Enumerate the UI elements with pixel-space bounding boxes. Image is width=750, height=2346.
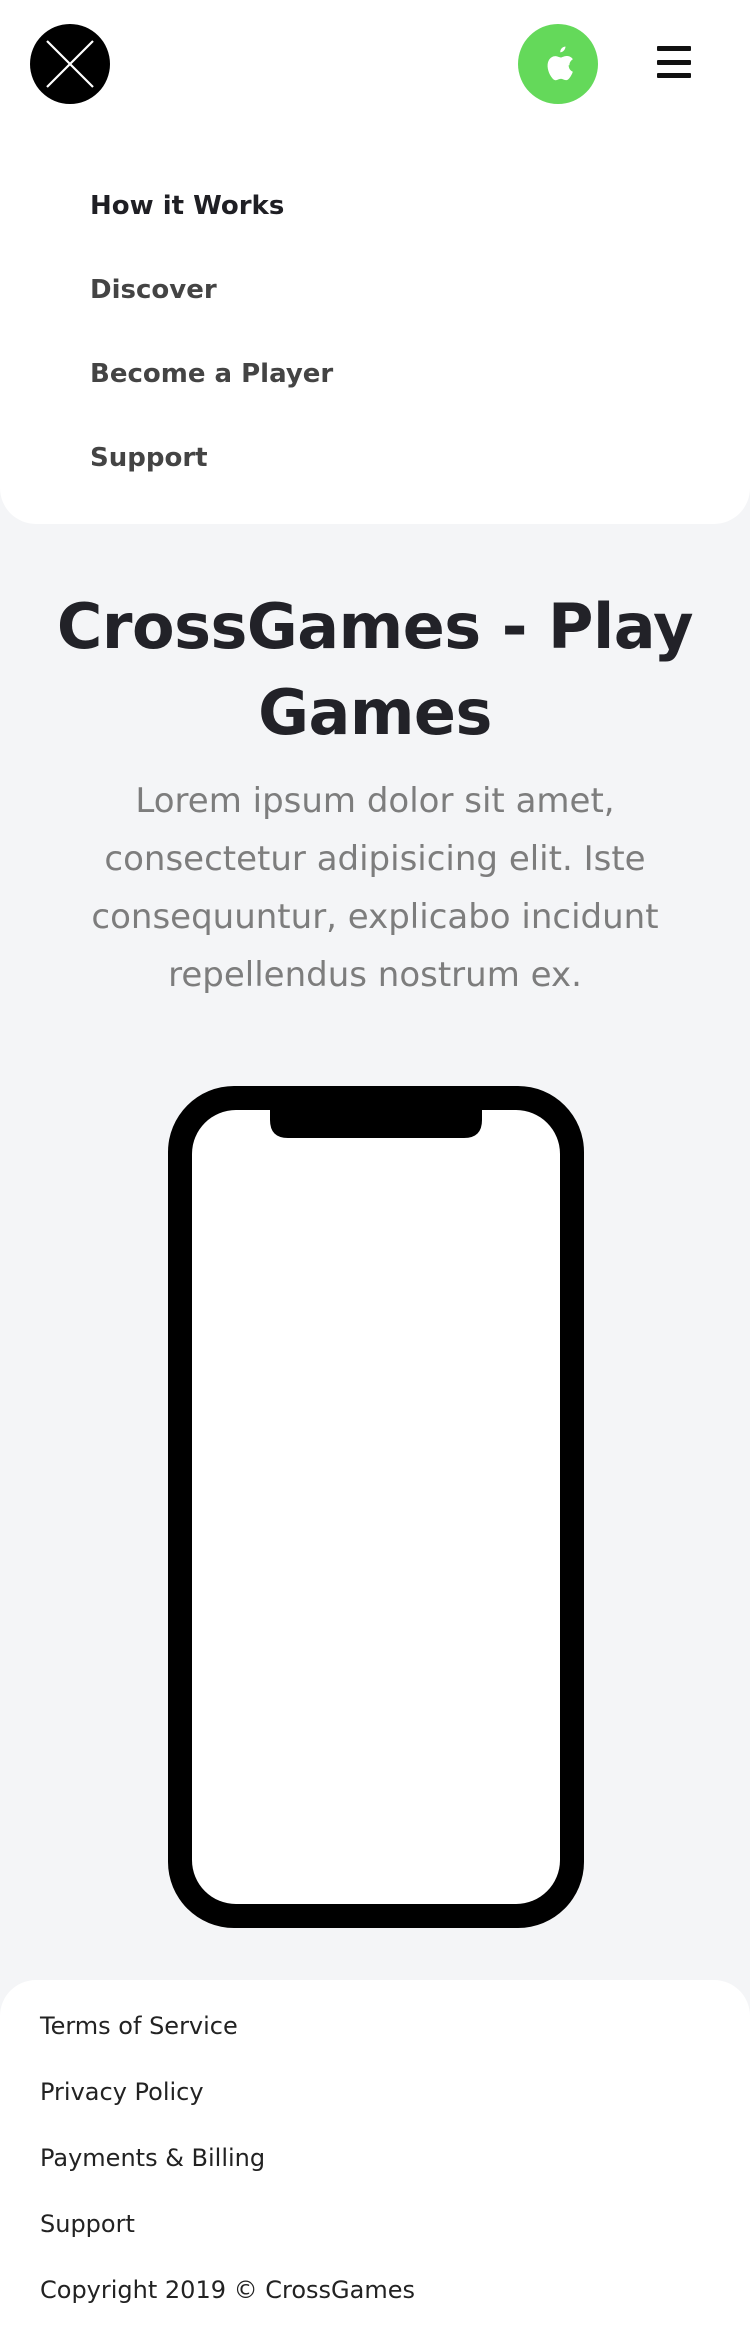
nav-item-become-a-player[interactable]: Become a Player — [90, 344, 333, 428]
phone-mockup — [168, 1086, 584, 1928]
phone-frame-icon — [168, 1086, 584, 1928]
nav-panel: How it Works Discover Become a Player Su… — [0, 0, 750, 524]
hamburger-menu-icon[interactable] — [652, 42, 696, 82]
footer-links: Terms of Service Privacy Policy Payments… — [40, 1996, 415, 2326]
logo-icon[interactable] — [30, 24, 110, 104]
nav-menu: How it Works Discover Become a Player Su… — [90, 176, 333, 512]
apple-icon — [547, 46, 573, 81]
menu-bar — [657, 73, 691, 78]
nav-item-discover[interactable]: Discover — [90, 260, 333, 344]
x-logo-icon — [46, 40, 94, 88]
footer-link-support[interactable]: Support — [40, 2194, 415, 2260]
copyright-text: Copyright 2019 © CrossGames — [40, 2276, 415, 2304]
nav-item-support[interactable]: Support — [90, 428, 333, 512]
footer-link-terms[interactable]: Terms of Service — [40, 1996, 415, 2062]
footer: Terms of Service Privacy Policy Payments… — [0, 1980, 750, 2346]
menu-bar — [657, 59, 691, 65]
hero-description: Lorem ipsum dolor sit amet, consectetur … — [91, 781, 659, 995]
app-store-button[interactable] — [518, 24, 598, 104]
page-title: CrossGames - Play Games — [56, 590, 694, 749]
footer-link-payments[interactable]: Payments & Billing — [40, 2128, 415, 2194]
footer-link-privacy[interactable]: Privacy Policy — [40, 2062, 415, 2128]
nav-item-how-it-works[interactable]: How it Works — [90, 176, 333, 260]
menu-bar — [657, 46, 691, 51]
page: How it Works Discover Become a Player Su… — [0, 0, 750, 2346]
